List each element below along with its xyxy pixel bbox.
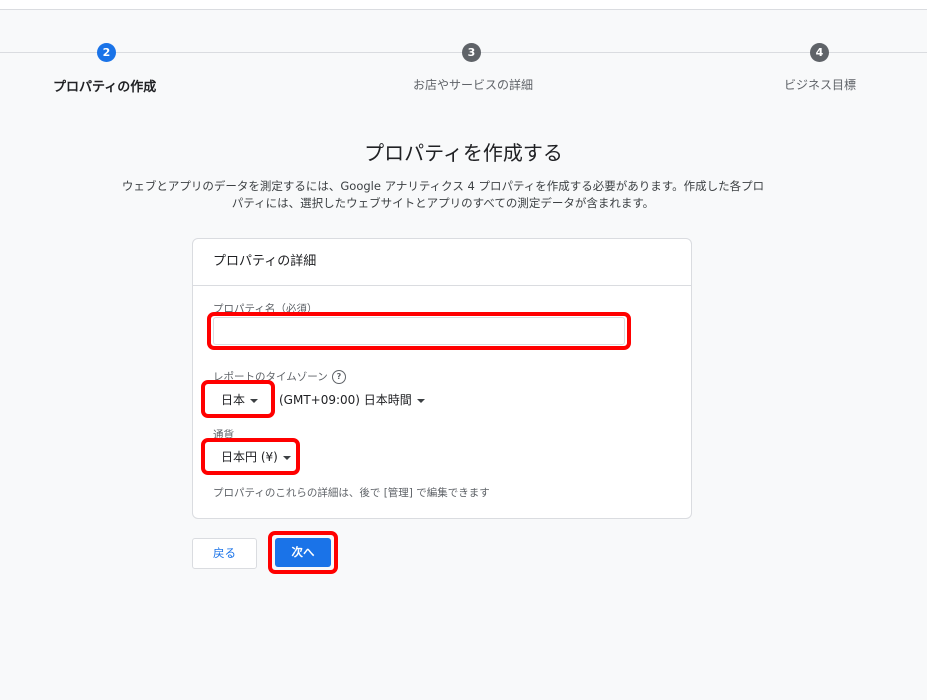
timezone-zone-dropdown[interactable]: (GMT+09:00) 日本時間	[279, 391, 425, 408]
description-line-1: ウェブとアプリのデータを測定するには、Google アナリティクス 4 プロパテ…	[121, 179, 765, 193]
card-title: プロパティの詳細	[193, 239, 691, 286]
help-circle-icon[interactable]: ?	[332, 370, 346, 384]
chevron-down-icon	[282, 455, 291, 460]
property-name-input[interactable]	[213, 317, 625, 345]
description-line-2: パティには、選択したウェブサイトとアプリのすべての測定データが含まれます。	[231, 196, 655, 210]
chevron-down-icon	[416, 398, 425, 403]
top-app-bar	[0, 0, 927, 10]
edit-later-note: プロパティのこれらの詳細は、後で [管理] で編集できます	[213, 487, 490, 499]
page-description: ウェブとアプリのデータを測定するには、Google アナリティクス 4 プロパテ…	[108, 178, 778, 212]
property-details-card: プロパティの詳細 プロパティ名（必須） レポートのタイムゾーン ? 日本 (GM…	[192, 238, 692, 519]
timezone-country-value: 日本	[221, 393, 246, 407]
page-title: プロパティを作成する	[364, 141, 563, 165]
setup-stepper: 2 プロパティの作成 3 お店やサービスの詳細 4 ビジネス目標	[0, 40, 927, 100]
timezone-country-dropdown[interactable]: 日本	[221, 391, 259, 408]
step-2-label: プロパティの作成	[53, 80, 157, 95]
step-2-indicator: 2	[97, 43, 116, 62]
step-3-label: お店やサービスの詳細	[413, 78, 534, 92]
next-button[interactable]: 次へ	[275, 538, 331, 567]
currency-label: 通貨	[213, 429, 234, 441]
step-3-indicator: 3	[462, 43, 481, 62]
property-name-label: プロパティ名（必須）	[213, 303, 318, 315]
step-4-label: ビジネス目標	[784, 78, 857, 92]
timezone-label: レポートのタイムゾーン	[213, 371, 328, 383]
currency-dropdown[interactable]: 日本円 (¥)	[221, 448, 291, 465]
currency-value: 日本円 (¥)	[221, 450, 278, 464]
back-button[interactable]: 戻る	[192, 538, 257, 569]
step-4-indicator: 4	[810, 43, 829, 62]
chevron-down-icon	[250, 398, 259, 403]
timezone-zone-value: (GMT+09:00) 日本時間	[279, 393, 412, 407]
